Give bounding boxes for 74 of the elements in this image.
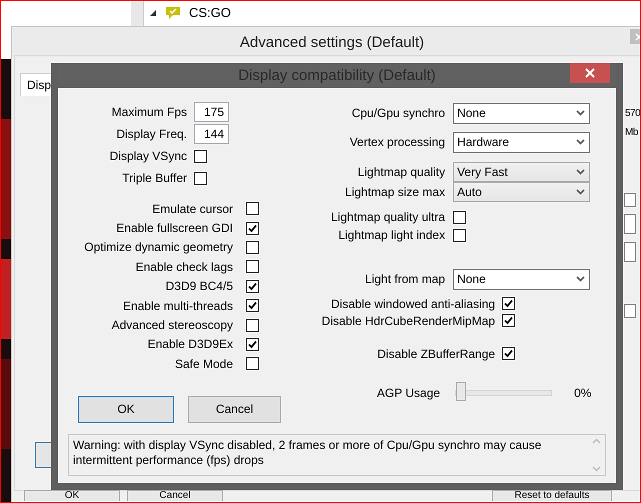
- checkbox[interactable]: [246, 299, 259, 312]
- chevron-down-icon: [576, 139, 586, 145]
- field-label: Lightmap quality: [356, 165, 446, 179]
- checkbox-label: Enable D3D9Ex: [146, 337, 233, 352]
- close-button[interactable]: [570, 63, 610, 83]
- slider-value: 0%: [574, 386, 592, 400]
- checkbox[interactable]: [246, 318, 259, 332]
- checkbox[interactable]: [246, 240, 259, 254]
- checkbox-label: Lightmap quality ultra: [330, 210, 446, 224]
- dialog-button[interactable]: Reset to defaults: [492, 490, 612, 501]
- chevron-down-icon: [576, 169, 586, 175]
- checkbox[interactable]: [624, 304, 636, 318]
- close-icon: [585, 68, 595, 78]
- checkbox[interactable]: [624, 193, 636, 207]
- checkbox[interactable]: [502, 347, 516, 360]
- checkbox-label: Disable ZBufferRange: [376, 346, 496, 360]
- checkbox[interactable]: [246, 357, 259, 370]
- field-label: Vertex processing: [348, 135, 446, 149]
- checkbox-label: Disable HdrCubeRenderMipMap: [320, 314, 496, 328]
- dialog-button[interactable]: OK: [78, 396, 174, 423]
- checkbox-label: Enable fullscreen GDI: [115, 221, 233, 236]
- checkbox-label: Enable multi-threads: [122, 298, 233, 313]
- checkbox[interactable]: [194, 150, 207, 162]
- dialog-button[interactable]: OK: [24, 490, 120, 501]
- dropdown[interactable]: None: [453, 102, 590, 124]
- dropdown[interactable]: Hardware: [453, 132, 590, 152]
- checkbox-label: Enable check lags: [134, 260, 233, 274]
- checkbox[interactable]: [194, 172, 207, 184]
- checkbox-label: Lightmap light index: [337, 228, 446, 242]
- checkbox[interactable]: [502, 297, 516, 310]
- checkbox[interactable]: [502, 314, 516, 327]
- dialog-button[interactable]: Cancel: [188, 396, 281, 423]
- checkbox-label: Safe Mode: [174, 356, 233, 371]
- field-label: Light from map: [364, 272, 446, 286]
- chevron-down-icon: [576, 189, 586, 195]
- field-label: Display Freq.: [115, 127, 187, 141]
- checkbox[interactable]: [246, 260, 259, 274]
- dropdown[interactable]: None: [453, 268, 590, 290]
- checkbox-label: Emulate cursor: [151, 202, 233, 216]
- field-label: Cpu/Gpu synchro: [350, 106, 446, 120]
- info-text: 570: [625, 108, 640, 119]
- checkbox-label: D3D9 BC4/5: [164, 279, 233, 294]
- tree-item-label[interactable]: CS:GO: [189, 5, 231, 20]
- checkbox-label: Disable windowed anti-aliasing: [330, 296, 496, 310]
- checkbox[interactable]: [453, 228, 466, 242]
- number-field[interactable]: 175: [194, 102, 229, 122]
- warning-text: Warning: with display VSync disabled, 2 frames or more of Cpu/Gpu synchro may cause intermittent performance (fps) drops: [72, 436, 542, 469]
- dialog-title: Display compatibility (Default): [238, 67, 436, 84]
- window-title: Advanced settings (Default): [240, 34, 424, 50]
- dropdown[interactable]: Auto: [453, 182, 590, 202]
- chevron-down-icon: [576, 110, 586, 116]
- chevron-down-icon: [576, 276, 586, 282]
- slider-label: AGP Usage: [376, 386, 440, 400]
- checkbox-label: Triple Buffer: [121, 171, 187, 185]
- dropdown[interactable]: [624, 214, 636, 234]
- checkbox-label: Optimize dynamic geometry: [83, 240, 233, 254]
- dialog-button[interactable]: Cancel: [127, 490, 223, 501]
- checkbox[interactable]: [453, 210, 466, 224]
- checkbox-label: Display VSync: [108, 149, 187, 163]
- checkbox-label: Advanced stereoscopy: [110, 318, 233, 332]
- checkbox[interactable]: [246, 222, 259, 235]
- slider-thumb[interactable]: [456, 382, 466, 401]
- checkbox[interactable]: [246, 280, 259, 293]
- dropdown[interactable]: [624, 242, 636, 262]
- scrollbar[interactable]: [131, 1, 144, 27]
- field-label: Maximum Fps: [110, 105, 187, 119]
- number-field[interactable]: 144: [194, 124, 229, 144]
- expand-triangle-icon[interactable]: [149, 8, 157, 16]
- checkbox[interactable]: [246, 338, 259, 351]
- info-text: Mb: [625, 127, 638, 138]
- chat-bubble-icon: [165, 6, 181, 20]
- field-label: Lightmap size max: [344, 185, 446, 199]
- dropdown[interactable]: Very Fast: [453, 162, 590, 182]
- checkbox[interactable]: [246, 202, 259, 216]
